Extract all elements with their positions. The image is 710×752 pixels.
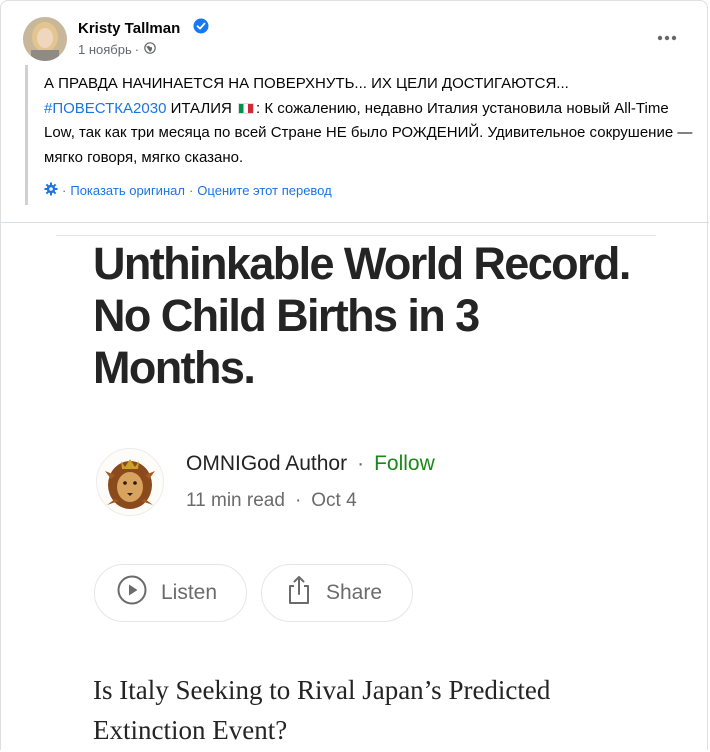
article-author-name[interactable]: OMNIGod Author — [186, 452, 347, 476]
listen-label: Listen — [161, 581, 218, 604]
author-separator: · — [357, 452, 365, 475]
italy-flag-icon — [238, 102, 254, 114]
play-icon — [117, 575, 161, 611]
share-icon — [286, 575, 326, 611]
article-subtitle: Is Italy Seeking to Rival Japan’s Predic… — [93, 675, 551, 745]
post-body: А ПРАВДА НАЧИНАЕТСЯ НА ПОВЕРХНУТЬ... ИХ … — [25, 65, 695, 205]
article-meta: 11 min read · Oct 4 — [186, 490, 357, 512]
read-separator: · — [294, 490, 302, 511]
show-original-link[interactable]: Показать оригинал — [70, 183, 185, 198]
post-date[interactable]: 1 ноябрь — [78, 42, 132, 57]
facebook-post-card: Kristy Tallman 1 ноябрь · А ПРАВДА НАЧИН… — [0, 0, 709, 752]
globe-icon[interactable] — [142, 42, 156, 57]
hashtag-link[interactable]: #ПОВЕСТКА2030 — [44, 100, 166, 117]
article-date: Oct 4 — [311, 490, 357, 511]
meta-separator: · — [134, 42, 140, 57]
post-text-part1: А ПРАВДА НАЧИНАЕТСЯ НА ПОВЕРХНУТЬ... ИХ … — [44, 75, 569, 92]
more-options-button[interactable] — [649, 19, 685, 55]
post-text-part2: ИТАЛИЯ — [166, 99, 236, 117]
share-label: Share — [326, 581, 383, 604]
author-name[interactable]: Kristy Tallman — [78, 20, 180, 37]
article-author-row: OMNIGod Author · Follow 11 min read · Oc… — [94, 448, 574, 518]
post-meta: 1 ноябрь · — [78, 42, 156, 57]
article-screenshot: Unthinkable World Record. No Child Birth… — [56, 235, 656, 752]
post-text: А ПРАВДА НАЧИНАЕТСЯ НА ПОВЕРХНУТЬ... ИХ … — [44, 72, 695, 170]
translate-gear-icon — [44, 182, 58, 199]
share-button[interactable]: Share — [261, 564, 413, 622]
article-author-line: OMNIGod Author · Follow — [186, 452, 435, 476]
post-divider — [1, 222, 709, 223]
article-title: Unthinkable World Record. No Child Birth… — [93, 238, 631, 393]
post-header: Kristy Tallman 1 ноябрь · — [19, 15, 689, 65]
follow-button[interactable]: Follow — [374, 452, 435, 476]
read-time: 11 min read — [186, 490, 285, 511]
lion-avatar — [96, 448, 164, 516]
listen-button[interactable]: Listen — [94, 564, 247, 622]
more-icon — [657, 28, 677, 46]
translate-separator: · — [62, 183, 67, 198]
rate-translation-link[interactable]: Оцените этот перевод — [197, 183, 331, 198]
verified-badge-icon — [193, 18, 209, 34]
translation-bar: · Показать оригинал · Оцените этот перев… — [44, 182, 695, 199]
translate-separator: · — [188, 183, 194, 198]
author-avatar[interactable] — [23, 17, 67, 61]
